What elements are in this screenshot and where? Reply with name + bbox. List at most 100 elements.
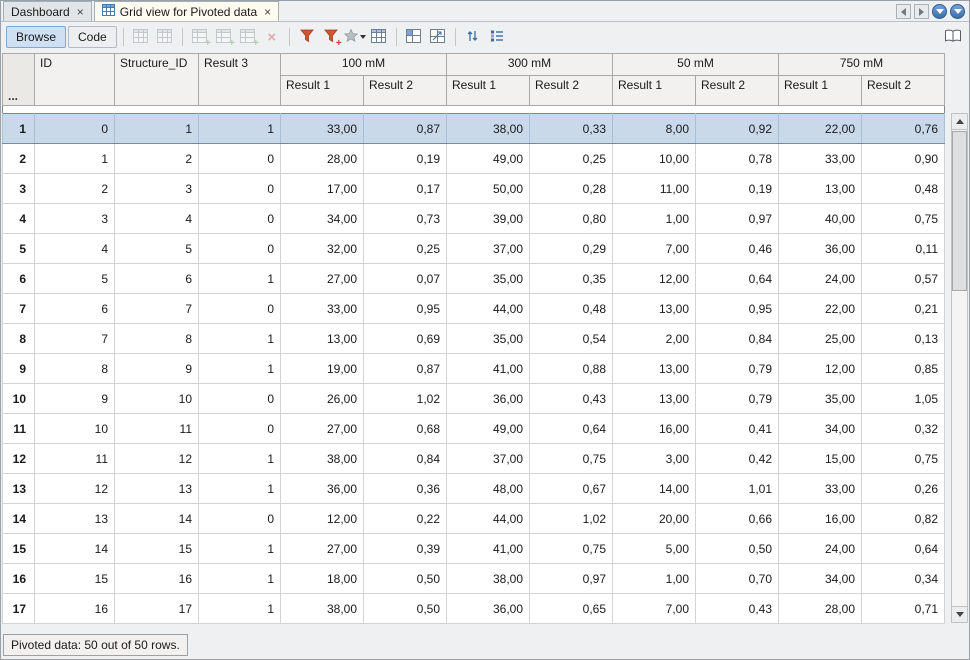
column-header-result1[interactable]: Result 1 [447,76,530,106]
grid-cell[interactable]: 38,00 [281,444,364,474]
grid-options-button[interactable] [368,26,390,48]
grid-cell[interactable]: 14 [115,504,199,534]
scroll-tabs-left-button[interactable] [896,4,911,19]
grid-cell[interactable]: 10 [115,384,199,414]
grid-cell[interactable]: 37,00 [447,234,530,264]
grid-cell[interactable]: 0,67 [530,474,613,504]
tab-grid-view[interactable]: Grid view for Pivoted data × [94,1,279,21]
row-number-cell[interactable]: 7 [3,294,35,324]
grid-cell[interactable]: 36,00 [779,234,862,264]
grid-cell[interactable]: 27,00 [281,264,364,294]
grid-cell[interactable]: 1,05 [862,384,945,414]
grid-cell[interactable]: 13 [35,504,115,534]
grid-cell[interactable]: 0,48 [530,294,613,324]
grid-cell[interactable]: 0,87 [364,354,447,384]
grid-cell[interactable]: 0,87 [364,114,447,144]
grid-cell[interactable]: 14 [35,534,115,564]
grid-cell[interactable]: 10,00 [613,144,696,174]
grid-cell[interactable]: 28,00 [779,594,862,624]
column-header-result1[interactable]: Result 1 [281,76,364,106]
grid-cell[interactable]: 1 [115,114,199,144]
grid-cell[interactable]: 0 [199,414,281,444]
grid-cell[interactable]: 1,02 [530,504,613,534]
grid-cell[interactable]: 12,00 [281,504,364,534]
grid-cell[interactable]: 8 [115,324,199,354]
grid-cell[interactable]: 20,00 [613,504,696,534]
table-row[interactable]: 131213136,000,3648,000,6714,001,0133,000… [3,474,945,504]
row-number-cell[interactable]: 13 [3,474,35,504]
grid-cell[interactable]: 3,00 [613,444,696,474]
row-number-cell[interactable]: 8 [3,324,35,354]
grid-cell[interactable]: 0,69 [364,324,447,354]
favorites-button[interactable] [344,26,366,48]
grid-cell[interactable]: 32,00 [281,234,364,264]
grid-cell[interactable]: 16,00 [779,504,862,534]
table-row[interactable]: 101133,000,8738,000,338,000,9222,000,76 [3,114,945,144]
grid-cell[interactable]: 1 [199,564,281,594]
grid-cell[interactable]: 0,43 [530,384,613,414]
grid-cell[interactable]: 2,00 [613,324,696,354]
table-row[interactable]: 989119,000,8741,000,8813,000,7912,000,85 [3,354,945,384]
grid-cell[interactable]: 0,07 [364,264,447,294]
grid-cell[interactable]: 3 [115,174,199,204]
grid-cell[interactable]: 34,00 [779,414,862,444]
grid-cell[interactable]: 33,00 [779,144,862,174]
grid-cell[interactable]: 13,00 [613,354,696,384]
grid-cell[interactable]: 5 [115,234,199,264]
table-row[interactable]: 656127,000,0735,000,3512,000,6424,000,57 [3,264,945,294]
grid-cell[interactable]: 0,64 [530,414,613,444]
grid-cell[interactable]: 25,00 [779,324,862,354]
grid-cell[interactable]: 12,00 [613,264,696,294]
transpose-button[interactable] [427,26,449,48]
grid-cell[interactable]: 16 [35,594,115,624]
grid-cell[interactable]: 13,00 [779,174,862,204]
grid-cell[interactable]: 0,22 [364,504,447,534]
grid-cell[interactable]: 0,29 [530,234,613,264]
grid-cell[interactable]: 1 [199,264,281,294]
grid-cell[interactable]: 49,00 [447,144,530,174]
table-row[interactable]: 878113,000,6935,000,542,000,8425,000,13 [3,324,945,354]
grid-cell[interactable]: 27,00 [281,534,364,564]
grid-cell[interactable]: 0,75 [530,444,613,474]
grid-cell[interactable]: 16 [115,564,199,594]
grid-cell[interactable]: 1 [199,114,281,144]
grid-cell[interactable]: 0,57 [862,264,945,294]
grid-cell[interactable]: 0,79 [696,384,779,414]
grid-cell[interactable]: 38,00 [281,594,364,624]
grid-cell[interactable]: 0,54 [530,324,613,354]
grid-cell[interactable]: 0,33 [530,114,613,144]
grid-cell[interactable]: 35,00 [779,384,862,414]
row-number-cell[interactable]: 3 [3,174,35,204]
browse-toggle-button[interactable]: Browse [6,26,66,48]
column-header-result2[interactable]: Result 2 [862,76,945,106]
grid-corner-cell[interactable]: ... [3,54,35,106]
grid-cell[interactable]: 0,64 [862,534,945,564]
grid-cell[interactable]: 1,02 [364,384,447,414]
grid-cell[interactable]: 40,00 [779,204,862,234]
grid-cell[interactable]: 0,28 [530,174,613,204]
grid-cell[interactable]: 0,13 [862,324,945,354]
grid-cell[interactable]: 0,97 [530,564,613,594]
grid-cell[interactable]: 1 [199,534,281,564]
grid-cell[interactable]: 0 [199,204,281,234]
grid-cell[interactable]: 0,73 [364,204,447,234]
row-number-cell[interactable]: 5 [3,234,35,264]
column-list-button[interactable] [486,26,508,48]
grid-cell[interactable]: 1,00 [613,564,696,594]
tab-dashboard[interactable]: Dashboard × [3,1,92,21]
table-row[interactable]: 767033,000,9544,000,4813,000,9522,000,21 [3,294,945,324]
grid-cell[interactable]: 0,36 [364,474,447,504]
grid-cell[interactable]: 13,00 [613,384,696,414]
grid-cell[interactable]: 16,00 [613,414,696,444]
grid-cell[interactable]: 0,19 [696,174,779,204]
grid-cell[interactable]: 22,00 [779,114,862,144]
grid-cell[interactable]: 0,11 [862,234,945,264]
scroll-tabs-right-button[interactable] [914,4,929,19]
grid-cell[interactable]: 11 [115,414,199,444]
grid-cell[interactable]: 15,00 [779,444,862,474]
grid-cell[interactable]: 34,00 [281,204,364,234]
grid-cell[interactable]: 0,64 [696,264,779,294]
table-row[interactable]: 10910026,001,0236,000,4313,000,7935,001,… [3,384,945,414]
grid-cell[interactable]: 7 [115,294,199,324]
grid-cell[interactable]: 38,00 [447,114,530,144]
